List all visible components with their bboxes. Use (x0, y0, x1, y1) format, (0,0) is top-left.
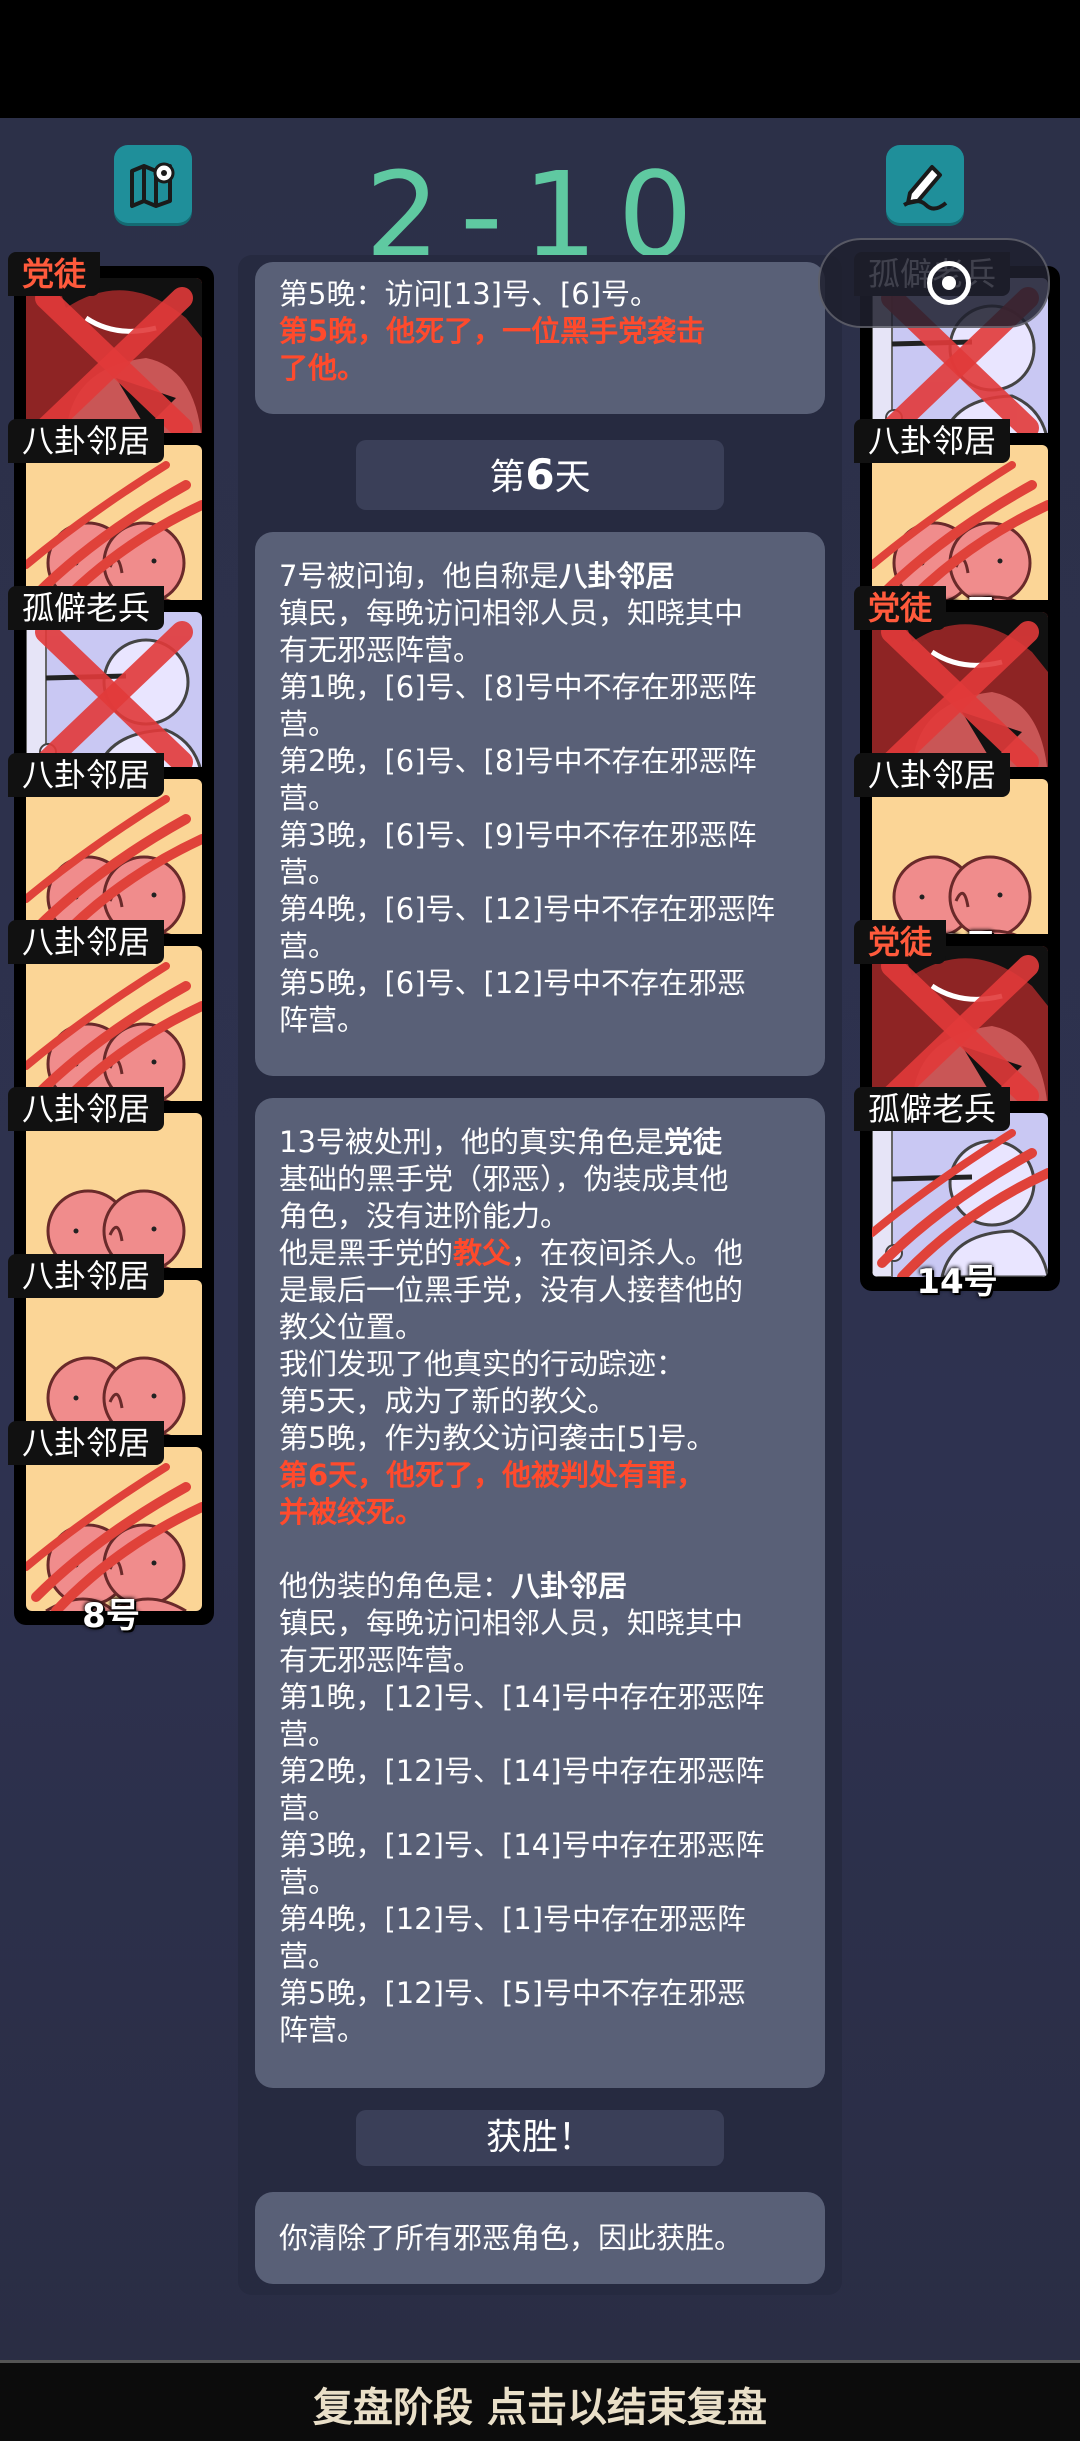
map-button[interactable] (114, 145, 192, 223)
role-tag: 八卦邻居 (8, 920, 165, 964)
role-name: 党徒 (663, 1125, 722, 1159)
log-bubble-night5: 第5晚：访问[13]号、[6]号。 第5晚，他死了，一位黑手党袭击 了他。 (255, 262, 825, 414)
log-line: 第5晚，[12]号、[5]号中不存在邪恶 (279, 1976, 747, 2010)
gossip-portrait (872, 445, 1048, 609)
log-line: 营。 (279, 1865, 338, 1899)
player-number: 8号 (82, 1596, 140, 1636)
log-line: 7号被问询，他自称是 (279, 559, 559, 593)
role-name: 八卦邻居 (511, 1569, 628, 1603)
log-line: 阵营。 (279, 1003, 367, 1037)
log-line: 第1晚，[12]号、[14]号中存在邪恶阵 (279, 1680, 765, 1714)
role-godfather: 教父 (453, 1236, 512, 1270)
role-tag: 八卦邻居 (8, 753, 165, 797)
victory-text: 你清除了所有邪恶角色，因此获胜。 (279, 2221, 744, 2255)
log-line: 第2晚，[12]号、[14]号中存在邪恶阵 (279, 1754, 765, 1788)
veteran-portrait (872, 1113, 1048, 1277)
log-line: 营。 (279, 1791, 338, 1825)
role-tag: 孤僻老兵 (8, 586, 165, 630)
role-tag: 八卦邻居 (8, 1254, 165, 1298)
log-line: 第5天，成为了新的教父。 (279, 1384, 617, 1418)
note-button[interactable] (886, 145, 964, 223)
log-line: 有无邪恶阵营。 (279, 1643, 483, 1677)
status-bar-area (0, 0, 1080, 118)
log-line: ，在夜间杀人。他 (511, 1236, 744, 1270)
log-line: 教父位置。 (279, 1310, 425, 1344)
log-line: 阵营。 (279, 2013, 367, 2047)
log-line: 第5晚，[6]号、[12]号中不存在邪恶 (279, 966, 747, 1000)
log-line: 第3晚，[6]号、[9]号中不存在邪恶阵 (279, 818, 757, 852)
log-line: 是最后一位黑手党，没有人接替他的 (279, 1273, 744, 1307)
target-circle-icon[interactable] (927, 261, 971, 305)
gossip-portrait (872, 779, 1048, 943)
log-line: 他伪装的角色是： (279, 1569, 512, 1603)
log-line: 营。 (279, 929, 338, 963)
log-line: 他是黑手党的 (279, 1236, 454, 1270)
gangster-portrait (26, 278, 202, 442)
veteran-portrait (26, 612, 202, 776)
log-line: 基础的黑手党（邪恶），伪装成其他 (279, 1162, 729, 1196)
log-line: 第2晚，[6]号、[8]号中不存在邪恶阵 (279, 744, 757, 778)
gossip-portrait (26, 1447, 202, 1611)
log-line: 营。 (279, 855, 338, 889)
gossip-portrait (26, 445, 202, 609)
gangster-portrait (872, 946, 1048, 1110)
log-bubble-interrogation: 7号被问询，他自称是八卦邻居 镇民，每晚访问相邻人员，知晓其中 有无邪恶阵营。 第1… (255, 532, 825, 1076)
log-line: 营。 (279, 1717, 338, 1751)
log-bubble-execution: 13号被处刑，他的真实角色是党徒 基础的黑手党（邪恶），伪装成其他 角色，没有进… (255, 1098, 825, 2088)
log-line: 有无邪恶阵营。 (279, 633, 483, 667)
log-line-death: 第6天，他死了，他被判处有罪， (279, 1458, 706, 1492)
log-line: 第3晚，[12]号、[14]号中存在邪恶阵 (279, 1828, 765, 1862)
end-review-label: 复盘阶段 点击以结束复盘 (313, 2385, 767, 2431)
victory-header: 获胜！ (356, 2110, 724, 2166)
role-tag: 八卦邻居 (854, 753, 1011, 797)
role-tag: 党徒 (854, 586, 947, 630)
log-line: 营。 (279, 707, 338, 741)
map-pin-icon (130, 162, 175, 208)
gangster-portrait (872, 612, 1048, 776)
player-card[interactable]: 孤僻老兵 14号 (854, 1087, 1060, 1302)
mini-program-capsule[interactable] (818, 238, 1050, 328)
log-line: 角色，没有进阶能力。 (279, 1199, 570, 1233)
log-line-death: 了他。 (279, 351, 367, 385)
gossip-portrait (26, 946, 202, 1110)
log-line: 13号被处刑，他的真实角色是 (279, 1125, 664, 1159)
log-line: 营。 (279, 1939, 338, 1973)
day-header-6: 第6天 (356, 440, 724, 510)
pen-note-icon (903, 165, 948, 211)
role-tag: 党徒 (8, 252, 101, 296)
role-tag: 八卦邻居 (8, 1421, 165, 1465)
player-number: 14号 (916, 1262, 998, 1302)
gossip-portrait (26, 1280, 202, 1444)
role-tag: 八卦邻居 (8, 419, 165, 463)
role-tag: 孤僻老兵 (854, 1087, 1011, 1131)
role-tag: 八卦邻居 (854, 419, 1011, 463)
role-name: 八卦邻居 (558, 559, 675, 593)
log-line: 第4晚，[6]号、[12]号中不存在邪恶阵 (279, 892, 776, 926)
role-tag: 党徒 (854, 920, 947, 964)
gossip-portrait (26, 779, 202, 943)
log-line: 第1晚，[6]号、[8]号中不存在邪恶阵 (279, 670, 757, 704)
log-line: 我们发现了他真实的行动踪迹： (279, 1347, 686, 1381)
log-line-death: 并被绞死。 (279, 1495, 425, 1529)
log-line-death: 第5晚，他死了，一位黑手党袭击 (279, 314, 706, 348)
log-line: 镇民，每晚访问相邻人员，知晓其中 (279, 596, 744, 630)
gossip-portrait (26, 1113, 202, 1277)
end-review-bar[interactable]: 复盘阶段 点击以结束复盘 (0, 2360, 1080, 2441)
log-line: 第5晚：访问[13]号、[6]号。 (279, 277, 660, 311)
log-line: 镇民，每晚访问相邻人员，知晓其中 (279, 1606, 744, 1640)
player-card[interactable]: 八卦邻居 8号 (8, 1421, 214, 1636)
log-line: 第5晚，作为教父访问袭击[5]号。 (279, 1421, 716, 1455)
victory-bubble: 你清除了所有邪恶角色，因此获胜。 (255, 2192, 825, 2284)
role-tag: 八卦邻居 (8, 1087, 165, 1131)
log-line: 第4晚，[12]号、[1]号中存在邪恶阵 (279, 1902, 747, 1936)
log-line: 营。 (279, 781, 338, 815)
